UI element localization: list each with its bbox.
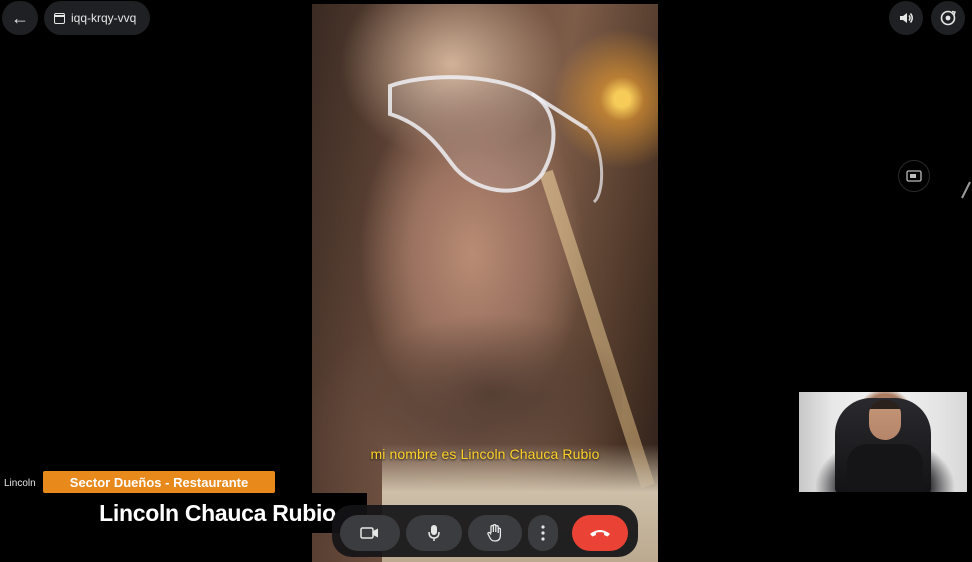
switch-camera-button[interactable] <box>931 1 965 35</box>
live-caption: mi nombre es Lincoln Chauca Rubio <box>370 446 600 462</box>
raise-hand-button[interactable] <box>468 515 522 551</box>
self-face <box>869 400 901 440</box>
video-camera-icon <box>360 527 378 539</box>
participant-name-tag: Lincoln <box>4 478 36 489</box>
microphone-icon <box>428 525 440 541</box>
picture-in-picture-button[interactable] <box>898 160 930 192</box>
camera-toggle-button[interactable] <box>340 515 400 551</box>
video-frame-icon <box>906 170 922 182</box>
back-button[interactable]: ← <box>2 1 38 35</box>
volume-button[interactable] <box>889 1 923 35</box>
call-controls-bar <box>332 505 638 557</box>
end-call-button[interactable] <box>572 515 628 551</box>
more-options-button[interactable] <box>528 515 558 551</box>
raise-hand-icon <box>487 524 502 542</box>
camera-switch-icon <box>940 10 956 26</box>
meeting-code: iqq-krqy-vvq <box>71 11 137 25</box>
lower-third-name: Lincoln Chauca Rubio <box>68 493 367 533</box>
meeting-code-pill[interactable]: iqq-krqy-vvq <box>44 1 150 35</box>
self-view-video <box>799 392 967 492</box>
end-call-icon <box>590 530 610 537</box>
microphone-toggle-button[interactable] <box>406 515 462 551</box>
glasses-shape <box>388 75 604 204</box>
meeting-stage: mi nombre es Lincoln Chauca Rubio ← iqq-… <box>0 0 972 562</box>
arrow-left-icon: ← <box>11 7 29 28</box>
more-vertical-icon <box>541 525 545 541</box>
calendar-icon <box>54 12 65 24</box>
lower-third-category: Sector Dueños - Restaurante <box>43 471 275 493</box>
main-participant-video <box>312 4 658 562</box>
self-body <box>847 444 923 492</box>
pencil-icon[interactable] <box>958 178 972 204</box>
speaker-icon <box>900 13 913 23</box>
